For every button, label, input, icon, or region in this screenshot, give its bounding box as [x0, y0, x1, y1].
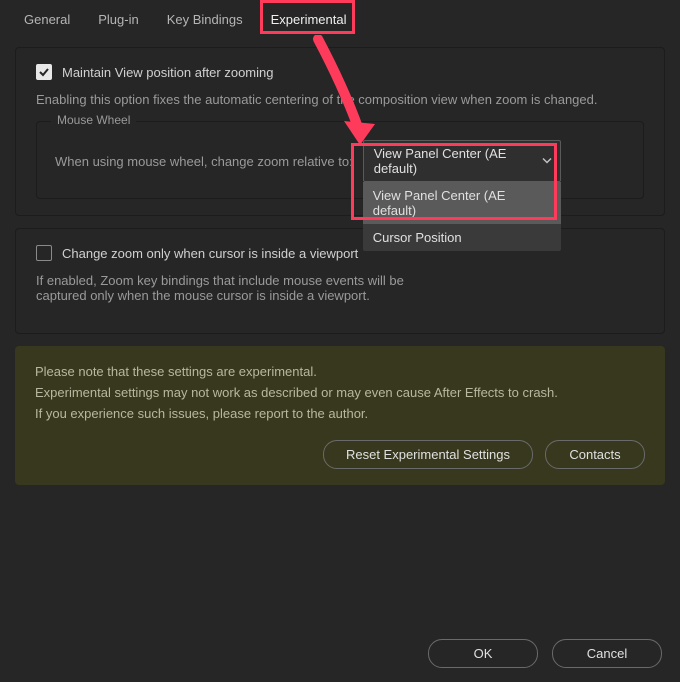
ok-button[interactable]: OK — [428, 639, 538, 668]
checkbox-cursor-viewport[interactable] — [36, 245, 52, 261]
tab-keybindings[interactable]: Key Bindings — [153, 4, 257, 37]
chevron-down-icon — [542, 154, 552, 169]
tab-experimental[interactable]: Experimental — [257, 4, 361, 37]
footer-buttons: OK Cancel — [428, 639, 662, 668]
checkbox-maintain-view[interactable] — [36, 64, 52, 80]
zoom-relative-select[interactable]: View Panel Center (AE default) View Pane… — [363, 140, 561, 182]
option-cursor-position[interactable]: Cursor Position — [363, 224, 561, 251]
select-dropdown: View Panel Center (AE default) Cursor Po… — [363, 182, 561, 251]
reset-experimental-button[interactable]: Reset Experimental Settings — [323, 440, 533, 469]
maintain-view-desc: Enabling this option fixes the automatic… — [36, 92, 644, 107]
check-icon — [38, 66, 50, 78]
select-value: View Panel Center (AE default) — [374, 146, 507, 176]
checkbox-maintain-view-label: Maintain View position after zooming — [62, 65, 274, 80]
cursor-viewport-desc: If enabled, Zoom key bindings that inclu… — [36, 273, 644, 303]
wheel-label: When using mouse wheel, change zoom rela… — [55, 154, 353, 169]
tabs-bar: General Plug-in Key Bindings Experimenta… — [0, 0, 680, 37]
checkbox-cursor-viewport-label: Change zoom only when cursor is inside a… — [62, 246, 358, 261]
panel-cursor-viewport: Change zoom only when cursor is inside a… — [15, 228, 665, 334]
option-view-panel-center[interactable]: View Panel Center (AE default) — [363, 182, 561, 224]
cancel-button[interactable]: Cancel — [552, 639, 662, 668]
fieldset-mouse-wheel: Mouse Wheel When using mouse wheel, chan… — [36, 121, 644, 199]
tab-general[interactable]: General — [10, 4, 84, 37]
panel-warning: Please note that these settings are expe… — [15, 346, 665, 485]
fieldset-legend: Mouse Wheel — [51, 113, 136, 127]
panel-maintain-view: Maintain View position after zooming Ena… — [15, 47, 665, 216]
tab-plugin[interactable]: Plug-in — [84, 4, 152, 37]
warning-text: Please note that these settings are expe… — [35, 362, 645, 424]
contacts-button[interactable]: Contacts — [545, 440, 645, 469]
